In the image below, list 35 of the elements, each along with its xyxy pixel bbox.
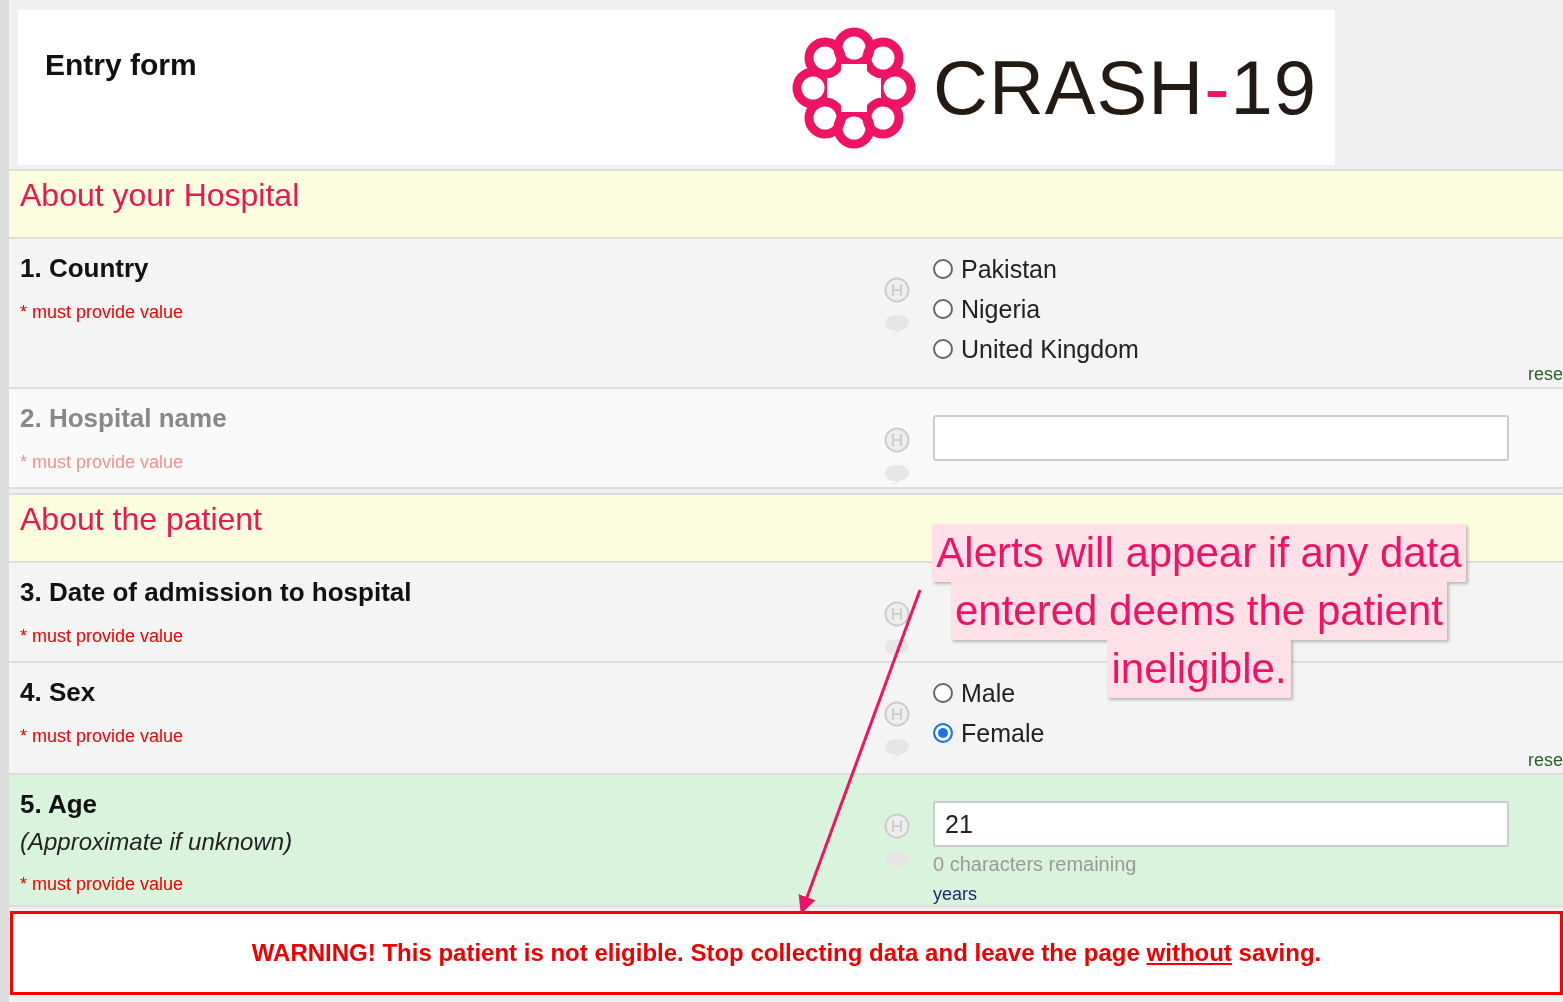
callout-text: ineligible. (1107, 640, 1291, 698)
question-label: 5. Age (20, 789, 99, 820)
radio-label[interactable]: United Kingdom (961, 334, 1139, 364)
reset-link[interactable]: rese (1528, 364, 1563, 385)
required-note: * must provide value (20, 302, 185, 323)
radio-button[interactable] (933, 299, 953, 319)
help-icon[interactable] (884, 601, 910, 627)
radio-button[interactable] (933, 723, 953, 743)
radio-label[interactable]: Pakistan (961, 254, 1057, 284)
warning-message: WARNING! This patient is not eligible. Stop collecting data and leave the page without saving. (10, 911, 1563, 995)
question-label: 3. Date of admission to hospital (20, 577, 413, 608)
radio-label[interactable]: Male (961, 678, 1016, 708)
radio-button[interactable] (933, 259, 953, 279)
question-label: 2. Hospital name (20, 403, 228, 434)
callout-text: entered deems the patient (951, 582, 1447, 640)
required-note: * must provide value (20, 452, 185, 473)
required-note: * must provide value (20, 874, 185, 895)
form-title: Entry form (44, 47, 197, 83)
callout-text: Alerts will appear if any data (932, 524, 1466, 582)
section-header: About your Hospital (9, 169, 1563, 239)
question-label: 1. Country (20, 253, 150, 284)
radio-label[interactable]: Female (961, 718, 1045, 748)
radio-label[interactable]: Nigeria (961, 294, 1041, 324)
text-input[interactable]: 21 (933, 801, 1509, 847)
character-counter: 0 characters remaining (933, 853, 1138, 876)
question-note: (Approximate if unknown) (20, 828, 294, 856)
question-label: 4. Sex (20, 677, 97, 708)
radio-button[interactable] (933, 339, 953, 359)
radio-button[interactable] (933, 683, 953, 703)
logo-wordmark: CRASH-19 (933, 44, 1317, 131)
unit-label: years (933, 884, 978, 905)
reset-link[interactable]: rese (1528, 750, 1563, 771)
required-note: * must provide value (20, 726, 185, 747)
required-note: * must provide value (20, 626, 185, 647)
without-link[interactable]: without (1146, 939, 1232, 967)
